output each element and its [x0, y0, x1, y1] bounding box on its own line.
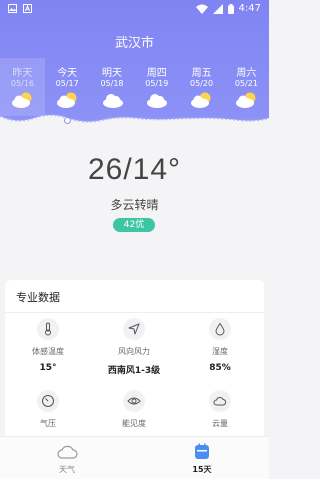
pro-data-item: 能见度: [91, 390, 177, 429]
pro-data-value: 85%: [209, 363, 231, 373]
day-date: 05/19: [145, 79, 169, 88]
day-name: 周四: [146, 68, 167, 79]
pro-data-item: 风向风力 西南风1-3级: [91, 318, 177, 376]
weather-description: 多云转晴: [110, 198, 159, 212]
day-date: 05/18: [100, 79, 124, 88]
visibility-eye-icon: [123, 390, 145, 412]
signal-icon: [212, 3, 223, 14]
wifi-icon: [195, 4, 208, 14]
day-item[interactable]: 昨天 05/16: [0, 58, 45, 116]
status-bar: 4:47: [0, 0, 269, 20]
city-title[interactable]: 武汉市: [0, 32, 269, 51]
nav-tab-weather[interactable]: 天气: [0, 437, 134, 479]
partly-cloudy-icon: [191, 92, 211, 108]
bottom-nav: 天气 15天: [0, 436, 269, 479]
day-name: 今天: [57, 68, 78, 79]
day-name: 昨天: [12, 68, 33, 79]
day-item[interactable]: 周六 05/21: [224, 58, 269, 116]
card-title: 专业数据: [16, 291, 60, 304]
pro-data-value: 15°: [39, 363, 57, 373]
day-name: 周五: [191, 68, 212, 79]
temperature-range: 26/14°: [87, 153, 182, 186]
day-item[interactable]: 今天 05/17: [45, 58, 90, 116]
day-item[interactable]: 周五 05/20: [179, 58, 224, 116]
weather-cloud-icon: [57, 445, 78, 459]
forecast-day-strip: 昨天 05/16 今天 05/17 明天 05/18 周四 05/19 周五 0…: [0, 58, 269, 116]
nav-label: 天气: [59, 465, 75, 474]
pro-data-value: 西南风1-3级: [107, 366, 161, 376]
pressure-gauge-icon: [37, 390, 59, 412]
pro-data-label: 能见度: [122, 419, 146, 428]
cloudy-icon: [102, 94, 123, 108]
pro-data-label: 风向风力: [118, 347, 150, 356]
pro-data-item: 气压: [5, 390, 91, 429]
day-item[interactable]: 周四 05/19: [134, 58, 179, 116]
pro-data-label: 气压: [40, 419, 56, 428]
day-date: 05/20: [190, 79, 214, 88]
partly-cloudy-icon: [56, 92, 77, 108]
day-name: 周六: [236, 68, 257, 79]
pro-data-label: 体感温度: [32, 347, 64, 356]
day-name: 明天: [101, 68, 122, 79]
pro-data-item: 湿度 85%: [177, 318, 263, 373]
cloudy-icon: [147, 94, 168, 108]
pro-data-item: 云量: [177, 390, 263, 429]
humidity-drop-icon: [209, 318, 231, 340]
wind-direction-icon: [123, 318, 145, 340]
pro-data-item: 体感温度 15°: [5, 318, 91, 373]
pro-data-card: 专业数据 体感温度 15° 风向风力 西南风1-3级 湿度 85% 气压 能见度…: [5, 280, 264, 450]
calendar-icon: [195, 443, 209, 459]
text-notification-icon: [23, 4, 32, 13]
header-wave-divider: [0, 114, 269, 132]
battery-icon: [227, 3, 234, 14]
day-date: 05/21: [234, 79, 258, 88]
thermometer-icon: [37, 318, 59, 340]
aqi-badge[interactable]: 42优: [113, 218, 155, 232]
nav-tab-15days[interactable]: 15天: [135, 437, 269, 479]
day-date: 05/17: [55, 79, 79, 88]
clock: 4:47: [238, 3, 261, 14]
divider: [5, 312, 264, 313]
gallery-notification-icon: [8, 4, 17, 13]
day-date: 05/16: [10, 79, 34, 88]
day-item[interactable]: 明天 05/18: [90, 58, 135, 116]
current-day-indicator: [64, 117, 71, 124]
nav-label: 15天: [192, 465, 212, 474]
partly-cloudy-icon: [12, 92, 32, 108]
pro-data-label: 湿度: [212, 347, 228, 356]
pro-data-label: 云量: [212, 419, 228, 428]
cloud-cover-icon: [209, 390, 231, 412]
partly-cloudy-icon: [235, 92, 256, 108]
